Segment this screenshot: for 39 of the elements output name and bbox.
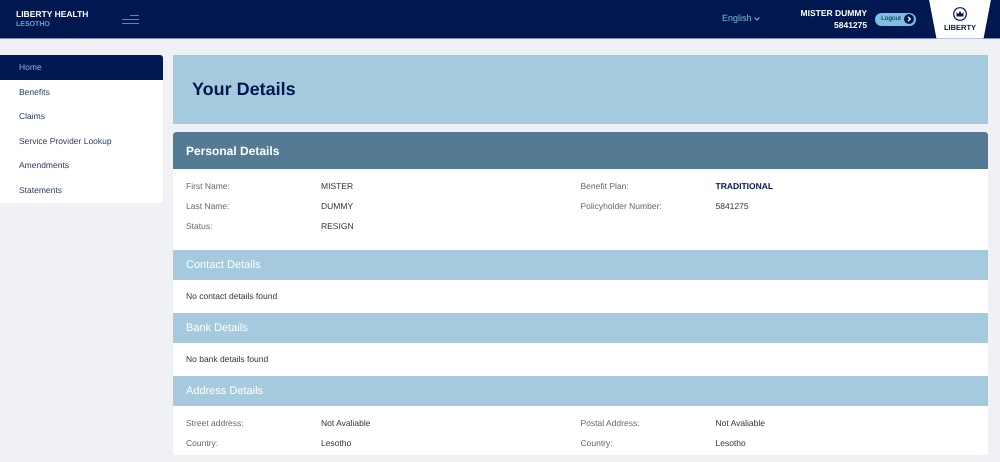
arrow-right-icon bbox=[904, 14, 914, 24]
menu-icon[interactable] bbox=[122, 14, 140, 24]
field-label: Street address: bbox=[186, 416, 245, 430]
field-value: MISTER bbox=[321, 180, 354, 192]
sidebar-item[interactable]: Service Provider Lookup bbox=[0, 128, 163, 154]
sidebar-item[interactable]: Benefits bbox=[0, 80, 163, 104]
section-header: Personal Details bbox=[173, 132, 988, 169]
language-dropdown[interactable]: English bbox=[722, 12, 760, 26]
sidebar-item[interactable]: Statements bbox=[0, 178, 163, 203]
section-header: Address Details bbox=[173, 376, 988, 406]
field-label: Country: bbox=[580, 436, 614, 450]
field-value: 5841275 bbox=[716, 200, 749, 212]
field-label: First Name: bbox=[186, 180, 231, 192]
field-value: Lesotho bbox=[321, 436, 352, 450]
field-label: Postal Address: bbox=[580, 416, 641, 430]
sidebar-item[interactable]: Amendments bbox=[0, 153, 163, 178]
field-label: Benefit Plan: bbox=[580, 180, 630, 192]
user-number: 5841275 bbox=[834, 18, 868, 32]
field-value: Lesotho bbox=[716, 436, 746, 450]
field-value: RESIGN bbox=[321, 220, 354, 232]
field-label: Status: bbox=[186, 220, 214, 232]
field-value: Not Avaliable bbox=[716, 416, 765, 430]
page-title: Your Details bbox=[192, 78, 296, 101]
section-header: Bank Details bbox=[173, 313, 988, 343]
crown-emblem-icon bbox=[953, 6, 967, 20]
user-name: MISTER DUMMY bbox=[800, 6, 868, 18]
sidebar-item[interactable]: Home bbox=[0, 55, 163, 80]
field-label: Country: bbox=[186, 436, 220, 450]
field-value: TRADITIONAL bbox=[716, 180, 774, 192]
section-header: Contact Details bbox=[173, 250, 988, 280]
chevron-down-icon bbox=[754, 17, 760, 21]
field-value: DUMMY bbox=[321, 200, 354, 212]
field-label: Policyholder Number: bbox=[580, 200, 663, 212]
empty-message: No bank details found bbox=[186, 353, 268, 366]
field-value: Not Avaliable bbox=[321, 416, 370, 430]
empty-message: No contact details found bbox=[186, 290, 278, 303]
brand-title: LIBERTY HEALTH bbox=[16, 8, 88, 20]
field-label: Last Name: bbox=[186, 200, 230, 212]
sidebar-item[interactable]: Claims bbox=[0, 104, 163, 129]
